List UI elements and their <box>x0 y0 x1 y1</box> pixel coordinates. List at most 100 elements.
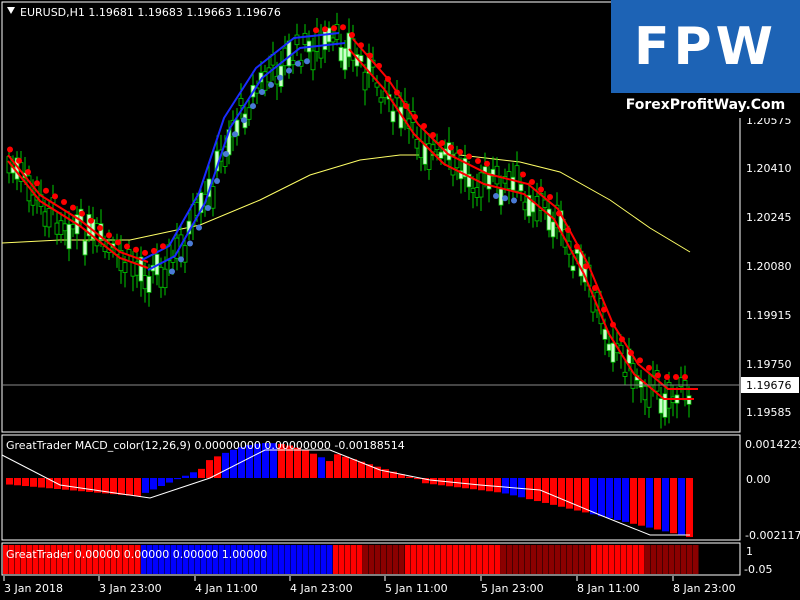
red-signal-dot <box>412 114 418 120</box>
red-signal-dot <box>673 374 679 380</box>
macd-tick: 0.00 <box>746 473 771 486</box>
strip-cell <box>321 545 327 574</box>
red-signal-dot <box>439 140 445 146</box>
strip-cell <box>477 545 483 574</box>
candle <box>658 386 664 429</box>
candle-body <box>66 223 72 250</box>
strip-cell <box>453 545 459 574</box>
strip-cell <box>615 545 621 574</box>
macd-bar-blue <box>646 478 653 528</box>
logo-box: FPW <box>611 0 800 93</box>
strip-cell <box>471 545 477 574</box>
strip-cell <box>357 545 363 574</box>
candle <box>314 18 320 62</box>
red-signal-dot <box>637 357 643 364</box>
strip-cell <box>687 545 693 574</box>
strip-cell <box>519 545 525 574</box>
blue-signal-dot <box>178 256 184 263</box>
blue-signal-dot <box>502 195 508 202</box>
chart-menu-triangle-icon[interactable] <box>7 7 15 14</box>
red-signal-dot <box>16 157 22 164</box>
candle <box>378 89 384 114</box>
macd-title: GreatTrader MACD_color(12,26,9) 0.000000… <box>6 439 405 452</box>
red-signal-dot <box>124 243 130 250</box>
candle <box>134 246 140 288</box>
macd-tick: -0.002117 <box>745 529 800 542</box>
candle-body <box>310 50 316 71</box>
blue-signal-dot <box>268 81 274 88</box>
candle-body <box>610 342 616 363</box>
macd-bar-red <box>542 478 549 503</box>
macd-bar-blue <box>182 475 189 478</box>
strip-cell <box>339 545 345 574</box>
macd-bar-blue <box>142 478 149 493</box>
price-tick: 1.20245 <box>746 211 792 224</box>
candle <box>490 156 496 183</box>
candle-body <box>62 223 68 232</box>
time-tick: 8 Jan 11:00 <box>577 582 640 595</box>
candle-body <box>146 276 152 293</box>
candle-body <box>518 183 524 192</box>
candle <box>530 189 536 228</box>
strip-cell <box>681 545 687 574</box>
red-signal-dot <box>538 186 544 193</box>
candle <box>342 40 348 79</box>
red-signal-dot <box>106 232 112 239</box>
strip-cell <box>267 545 273 574</box>
strip-cell <box>273 545 279 574</box>
red-signal-dot <box>646 364 652 371</box>
red-signal-dot <box>457 149 463 155</box>
candle-body <box>70 223 76 230</box>
candle-body <box>570 265 576 272</box>
time-tick: 5 Jan 23:00 <box>481 582 544 595</box>
candle-body <box>158 266 164 288</box>
strip-tick: -0.05 <box>744 563 772 576</box>
strip-cell <box>297 545 303 574</box>
candle <box>542 191 548 220</box>
candle-body <box>658 398 664 414</box>
blue-signal-dot <box>511 197 517 204</box>
price-tick: 1.20080 <box>746 260 792 273</box>
red-signal-dot <box>475 158 481 164</box>
blue-signal-dot <box>259 89 265 95</box>
macd-bar-blue <box>230 449 237 478</box>
red-signal-dot <box>574 243 580 250</box>
blue-signal-dot <box>223 151 229 157</box>
candle-body <box>54 222 60 235</box>
strip-cell <box>675 545 681 574</box>
candle-body <box>338 47 344 62</box>
candle-body <box>58 220 64 236</box>
strip-cell <box>543 545 549 574</box>
strip-cell <box>393 545 399 574</box>
candle <box>350 24 356 72</box>
strip-cell <box>399 545 405 574</box>
candle-body <box>30 194 36 206</box>
candle <box>462 144 468 192</box>
time-tick: 3 Jan 23:00 <box>99 582 162 595</box>
strip-cell <box>333 545 339 574</box>
red-signal-dot <box>7 146 13 153</box>
candle <box>474 173 480 207</box>
blue-signal-dot <box>187 240 193 247</box>
red-signal-dot <box>313 27 319 34</box>
macd-bar-red <box>294 447 301 478</box>
price-plot <box>1 12 698 429</box>
red-signal-dot <box>322 26 328 33</box>
candle-body <box>286 40 292 67</box>
candle-body <box>454 152 460 169</box>
time-tick: 3 Jan 2018 <box>4 582 63 595</box>
candle <box>610 328 616 372</box>
blue-signal-dot <box>493 193 499 199</box>
candle <box>470 175 476 209</box>
red-signal-dot <box>529 179 535 185</box>
macd-bar-blue <box>662 478 669 532</box>
logo-domain: ForexProfitWay.Com <box>611 93 800 118</box>
strip-cell <box>657 545 663 574</box>
candle-body <box>550 221 556 238</box>
macd-bar-red <box>686 478 693 538</box>
macd-tick: 0.0014229 <box>745 438 800 451</box>
strip-cell <box>303 545 309 574</box>
strip-cell <box>531 545 537 574</box>
strip-cell <box>309 545 315 574</box>
macd-bar-red <box>310 453 317 478</box>
